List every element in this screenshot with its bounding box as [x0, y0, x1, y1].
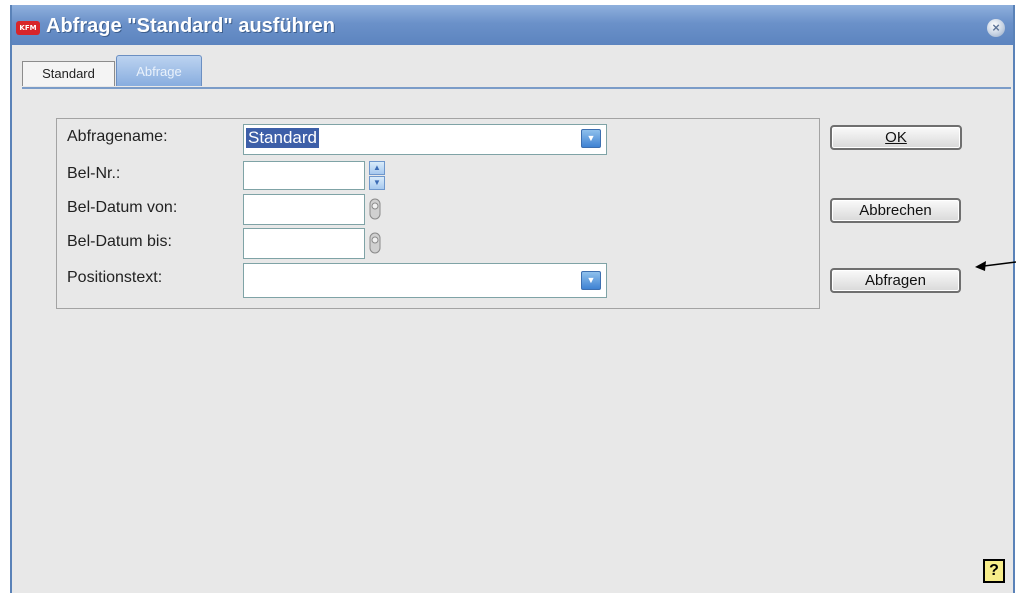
arrow-left-icon [975, 261, 1016, 271]
abfragename-dropdown[interactable]: Standard ▼ [243, 124, 607, 155]
chevron-down-icon[interactable]: ▼ [581, 129, 601, 148]
ok-button-label: OK [885, 129, 907, 146]
dialog-window: KFM Abfrage "Standard" ausführen × Stand… [10, 5, 1015, 593]
abfragen-button-label: Abfragen [865, 272, 926, 289]
title-bar[interactable]: KFM Abfrage "Standard" ausführen × [12, 5, 1013, 45]
close-button[interactable]: × [987, 19, 1005, 37]
datum-bis-label: Bel-Datum bis: [67, 233, 172, 250]
abfragename-value: Standard [246, 128, 319, 148]
calendar-icon[interactable] [368, 197, 382, 221]
spinner-up-icon[interactable]: ▲ [369, 161, 385, 175]
positionstext-dropdown[interactable]: ▼ [243, 263, 607, 298]
abbrechen-button-label: Abbrechen [859, 202, 932, 219]
help-button[interactable]: ? [983, 559, 1005, 583]
tab-standard[interactable]: Standard [22, 61, 115, 86]
abfragen-button[interactable]: Abfragen [830, 268, 961, 293]
calendar-icon[interactable] [368, 231, 382, 255]
query-form-panel: Abfragename: Standard ▼ Bel-Nr.: ▲ ▼ Bel… [56, 118, 820, 309]
ok-button[interactable]: OK [830, 125, 962, 150]
datum-von-input[interactable] [243, 194, 365, 225]
chevron-down-icon[interactable]: ▼ [581, 271, 601, 290]
belnr-label: Bel-Nr.: [67, 165, 121, 182]
tab-abfrage[interactable]: Abfrage [116, 55, 202, 86]
datum-von-label: Bel-Datum von: [67, 199, 178, 216]
window-title: Abfrage "Standard" ausführen [46, 15, 336, 37]
tab-divider [22, 87, 1011, 89]
datum-bis-input[interactable] [243, 228, 365, 259]
abfragename-label: Abfragename: [67, 128, 168, 145]
positionstext-label: Positionstext: [67, 269, 163, 286]
kfm-logo-icon: KFM [16, 21, 40, 35]
spinner-down-icon[interactable]: ▼ [369, 176, 385, 190]
belnr-input[interactable] [243, 161, 365, 190]
abbrechen-button[interactable]: Abbrechen [830, 198, 961, 223]
close-icon: × [992, 20, 1000, 35]
